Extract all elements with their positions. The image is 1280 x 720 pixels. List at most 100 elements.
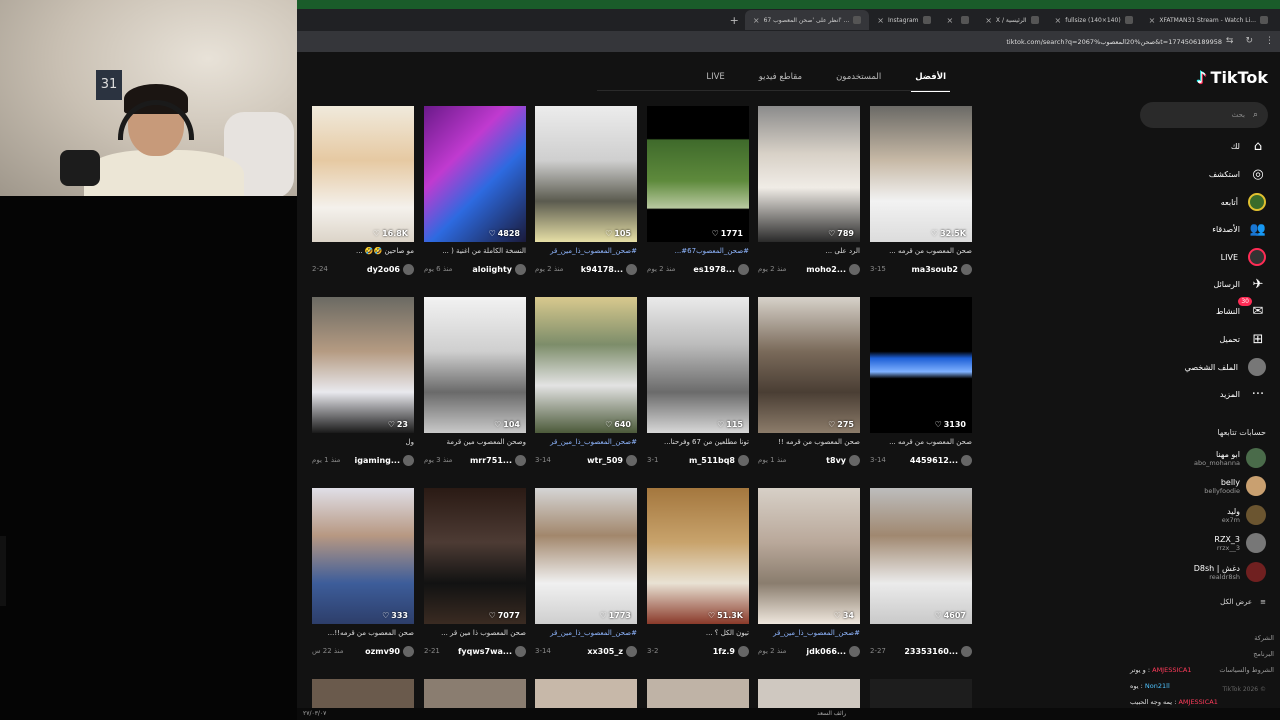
video-thumbnail[interactable]: ♡ 115 bbox=[647, 297, 749, 433]
video-description[interactable]: وصحن المعصوب مين قرمة bbox=[424, 438, 526, 450]
close-tab-icon[interactable]: × bbox=[1055, 16, 1062, 25]
browser-tab[interactable]: × X / الرئيسية bbox=[977, 10, 1046, 30]
video-thumbnail[interactable]: ♡ 32.5K bbox=[870, 106, 972, 242]
video-card[interactable]: ♡ 34 #صحن_المعصوب_ذا_مين_قر jdk066... منذ 2 … bbox=[758, 488, 860, 658]
menu-icon[interactable]: ⋮ bbox=[1265, 36, 1274, 46]
nav-item[interactable]: النشاط ✉ 30 bbox=[1216, 297, 1266, 319]
search-icon[interactable]: ⌕ bbox=[1253, 110, 1258, 120]
video-description[interactable] bbox=[870, 629, 972, 641]
video-author[interactable]: aloiighty bbox=[472, 263, 526, 275]
video-author[interactable]: ozmv90 bbox=[365, 645, 414, 657]
video-author[interactable]: 4459612... bbox=[910, 454, 972, 466]
video-author[interactable]: m_511bq8 bbox=[689, 454, 749, 466]
video-card[interactable]: ♡ 51.3K تيون الكل ؟ ... 1fz.9 3-2 bbox=[647, 488, 749, 658]
nav-item[interactable]: أتابعه bbox=[1221, 193, 1266, 211]
reload-icon[interactable]: ↻ bbox=[1245, 36, 1253, 46]
translate-icon[interactable]: ⇆ bbox=[1226, 36, 1234, 46]
video-author[interactable]: 1fz.9 bbox=[713, 645, 749, 657]
video-author[interactable]: dy2o06 bbox=[367, 263, 414, 275]
video-card[interactable]: ♡ 105 #صحن_المعصوب_ذا_مين_قر k94178... منذ 2… bbox=[535, 106, 637, 276]
video-thumbnail[interactable]: ♡ 333 bbox=[312, 488, 414, 624]
video-thumbnail[interactable]: ♡ 3130 bbox=[870, 297, 972, 433]
video-author[interactable]: igaming... bbox=[355, 454, 414, 466]
tab-0[interactable]: الأفضل bbox=[911, 62, 950, 92]
video-card[interactable]: ♡ 3130 صحن المعصوب من قرمه ... 4459612... 3-… bbox=[870, 297, 972, 467]
video-author[interactable]: 23353160... bbox=[904, 645, 972, 657]
video-description[interactable]: #صحن_المعصوب67#... bbox=[647, 247, 749, 259]
url-text[interactable]: tiktok.com/search?q=صحن%20المعصوب%2067&t… bbox=[1006, 38, 1222, 46]
browser-tab[interactable]: × Instagram bbox=[869, 10, 938, 30]
video-description[interactable]: تيون الكل ؟ ... bbox=[647, 629, 749, 641]
nav-item[interactable]: الملف الشخصي bbox=[1185, 358, 1266, 376]
video-thumbnail[interactable]: ♡ 51.3K bbox=[647, 488, 749, 624]
close-tab-icon[interactable]: × bbox=[877, 16, 884, 25]
video-thumbnail[interactable]: ♡ 789 bbox=[758, 106, 860, 242]
close-tab-icon[interactable]: × bbox=[753, 16, 760, 25]
close-tab-icon[interactable]: × bbox=[985, 16, 992, 25]
video-description[interactable]: الرد على ... bbox=[758, 247, 860, 259]
video-thumbnail[interactable]: ♡ 104 bbox=[424, 297, 526, 433]
video-description[interactable]: صحن المعصوب من قرمه !! bbox=[758, 438, 860, 450]
nav-item[interactable]: LIVE bbox=[1221, 248, 1266, 266]
video-card[interactable]: ♡ 640 #صحن_المعصوب_ذا_مين_قر wtr_509 3-14 bbox=[535, 297, 637, 467]
video-thumbnail[interactable]: ♡ 23 bbox=[312, 297, 414, 433]
browser-tab[interactable]: × XFATMAN31 Stream - Watch Li... bbox=[1141, 10, 1276, 30]
video-card[interactable]: ♡ 23 ول igaming... منذ 1 يوم bbox=[312, 297, 414, 467]
address-bar[interactable]: tiktok.com/search?q=صحن%20المعصوب%2067&t… bbox=[297, 31, 1280, 52]
video-card[interactable]: ♡ 1773 #صحن_المعصوب_ذا_مين_قر xx305_z 3-14 bbox=[535, 488, 637, 658]
browser-tab[interactable]: × fullsize (140×140) bbox=[1047, 10, 1141, 30]
video-description[interactable]: #صحن_المعصوب_ذا_مين_قر bbox=[535, 629, 637, 641]
video-description[interactable]: #صحن_المعصوب_ذا_مين_قر bbox=[535, 438, 637, 450]
video-thumbnail[interactable]: ♡ 1771 bbox=[647, 106, 749, 242]
video-author[interactable]: t8vy bbox=[826, 454, 860, 466]
tab-2[interactable]: مقاطع فيديو bbox=[755, 62, 806, 90]
browser-tab[interactable]: × bbox=[939, 10, 978, 30]
video-description[interactable]: تونا مطلعين من 67 وفرحنا... bbox=[647, 438, 749, 450]
tiktok-logo[interactable]: ♪ TikTok bbox=[1196, 68, 1268, 87]
tab-1[interactable]: المستخدمون bbox=[832, 62, 885, 90]
video-card[interactable]: ♡ 1771 #صحن_المعصوب67#... es1978... منذ 2 يو… bbox=[647, 106, 749, 276]
video-author[interactable]: xx305_z bbox=[587, 645, 637, 657]
video-card[interactable]: ♡ 16.8K مو صاحين 🤣🤣 ... dy2o06 2-24 bbox=[312, 106, 414, 276]
video-description[interactable]: صحن المعصوب ذا مين قر ... bbox=[424, 629, 526, 641]
video-author[interactable]: moho2... bbox=[806, 263, 860, 275]
video-author[interactable]: ma3soub2 bbox=[911, 263, 972, 275]
search-input[interactable]: بحث ⌕ bbox=[1140, 102, 1268, 128]
video-thumbnail[interactable]: ♡ 16.8K bbox=[312, 106, 414, 242]
nav-item[interactable]: تحميل ⊞ bbox=[1220, 331, 1267, 347]
video-card[interactable]: ♡ 104 وصحن المعصوب مين قرمة mrr751... منذ 3 … bbox=[424, 297, 526, 467]
following-account[interactable]: belly bellyfoodie bbox=[1204, 476, 1266, 496]
see-all-button[interactable]: عرض الكل ≡ bbox=[1220, 598, 1266, 606]
video-card[interactable]: ♡ 7077 صحن المعصوب ذا مين قر ... fyqws7wa..… bbox=[424, 488, 526, 658]
video-thumbnail[interactable]: ♡ 4828 bbox=[424, 106, 526, 242]
video-thumbnail[interactable]: ♡ 640 bbox=[535, 297, 637, 433]
video-thumbnail[interactable]: ♡ 1773 bbox=[535, 488, 637, 624]
video-author[interactable]: es1978... bbox=[693, 263, 749, 275]
video-description[interactable]: #صحن_المعصوب_ذا_مين_قر bbox=[535, 247, 637, 259]
nav-item[interactable]: الرسائل ✈ bbox=[1214, 276, 1267, 292]
close-tab-icon[interactable]: × bbox=[1149, 16, 1156, 25]
video-description[interactable]: صحن المعصوب من قرمه!!... bbox=[312, 629, 414, 641]
video-card[interactable]: ♡ 4828 النسخة الكاملة من اغنية ( ... aloiig… bbox=[424, 106, 526, 276]
video-description[interactable]: صحن المعصوب من قرمه ... bbox=[870, 438, 972, 450]
video-card[interactable]: ♡ 333 صحن المعصوب من قرمه!!... ozmv90 منذ 22… bbox=[312, 488, 414, 658]
video-description[interactable]: ول bbox=[312, 438, 414, 450]
video-thumbnail[interactable]: ♡ 34 bbox=[758, 488, 860, 624]
following-account[interactable]: RZX_3 rrzx__3 bbox=[1214, 533, 1266, 553]
new-tab-button[interactable]: + bbox=[724, 14, 745, 27]
video-card[interactable]: ♡ 789 الرد على ... moho2... منذ 2 يوم bbox=[758, 106, 860, 276]
video-thumbnail[interactable]: ♡ 7077 bbox=[424, 488, 526, 624]
video-description[interactable]: مو صاحين 🤣🤣 ... bbox=[312, 247, 414, 259]
video-author[interactable]: jdk066... bbox=[806, 645, 860, 657]
following-account[interactable]: ابو مهنا abo_mohanna bbox=[1194, 448, 1266, 468]
video-author[interactable]: fyqws7wa... bbox=[458, 645, 526, 657]
video-thumbnail[interactable]: ♡ 4607 bbox=[870, 488, 972, 624]
video-thumbnail[interactable]: ♡ 105 bbox=[535, 106, 637, 242]
video-description[interactable]: #صحن_المعصوب_ذا_مين_قر bbox=[758, 629, 860, 641]
close-tab-icon[interactable]: × bbox=[947, 16, 954, 25]
tab-3[interactable]: LIVE bbox=[702, 62, 728, 90]
footer-link[interactable]: الشركة bbox=[1254, 634, 1274, 642]
video-thumbnail[interactable]: ♡ 275 bbox=[758, 297, 860, 433]
video-card[interactable]: ♡ 275 صحن المعصوب من قرمه !! t8vy منذ 1 يوم bbox=[758, 297, 860, 467]
video-author[interactable]: wtr_509 bbox=[587, 454, 637, 466]
